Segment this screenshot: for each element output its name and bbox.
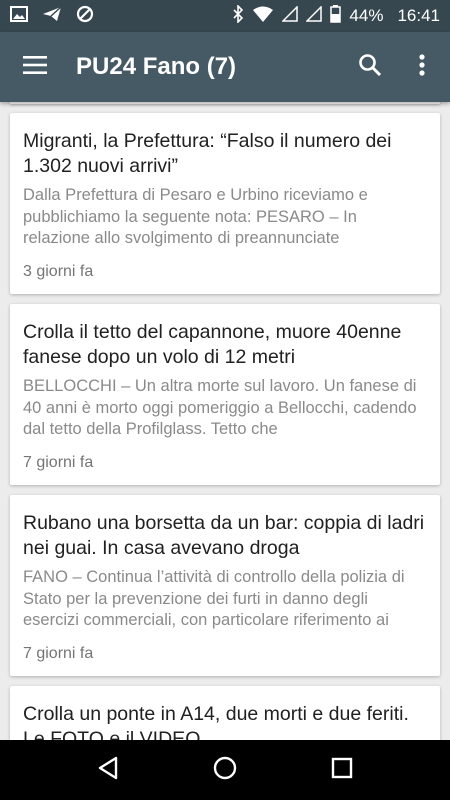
article-date: 7 giorni fa [23, 645, 94, 662]
battery-percent: 44% [349, 6, 384, 25]
image-icon [10, 5, 28, 27]
battery-icon [330, 4, 342, 28]
article-excerpt: FANO – Continua l’attività di controllo … [23, 568, 405, 629]
clock: 16:41 [397, 6, 440, 25]
article-title: Crolla un ponte in A14, due morti e due … [23, 703, 409, 740]
article-card[interactable]: Rubano una borsetta da un bar: coppia di… [10, 495, 440, 676]
article-title: Migranti, la Prefettura: “Falso il numer… [23, 130, 392, 177]
more-vert-icon [419, 53, 425, 81]
article-title: Crolla il tetto del capannone, muore 40e… [23, 321, 402, 368]
status-bar: 44% 16:41 [0, 0, 450, 32]
article-card-partial[interactable] [10, 102, 440, 104]
search-button[interactable] [344, 32, 396, 102]
signal-icon [305, 4, 323, 27]
block-icon [76, 5, 94, 28]
bluetooth-icon [232, 3, 244, 28]
signal-icon [281, 4, 299, 27]
overflow-menu-button[interactable] [396, 32, 448, 102]
article-feed[interactable]: Migranti, la Prefettura: “Falso il numer… [0, 102, 450, 740]
page-title: PU24 Fano (7) [76, 53, 237, 80]
article-date: 7 giorni fa [23, 454, 94, 471]
back-triangle-icon [97, 756, 119, 785]
article-card[interactable]: Crolla un ponte in A14, due morti e due … [10, 686, 440, 740]
menu-button[interactable] [0, 32, 70, 102]
article-excerpt: BELLOCCHI – Un altra morte sul lavoro. U… [23, 377, 417, 438]
app-bar: PU24 Fano (7) [0, 32, 450, 102]
send-icon [42, 5, 62, 27]
navigation-bar [0, 740, 450, 800]
wifi-icon [252, 6, 274, 27]
search-icon [358, 53, 382, 82]
article-title: Rubano una borsetta da un bar: coppia di… [23, 512, 425, 559]
article-card[interactable]: Migranti, la Prefettura: “Falso il numer… [10, 113, 440, 294]
hamburger-icon [23, 55, 47, 79]
back-button[interactable] [78, 740, 138, 800]
article-date: 3 giorni fa [23, 263, 94, 280]
recents-button[interactable] [312, 740, 372, 800]
home-circle-icon [213, 756, 237, 785]
article-excerpt: Dalla Prefettura di Pesaro e Urbino rice… [23, 186, 368, 247]
article-card[interactable]: Crolla il tetto del capannone, muore 40e… [10, 304, 440, 485]
recents-square-icon [331, 757, 353, 784]
home-button[interactable] [195, 740, 255, 800]
